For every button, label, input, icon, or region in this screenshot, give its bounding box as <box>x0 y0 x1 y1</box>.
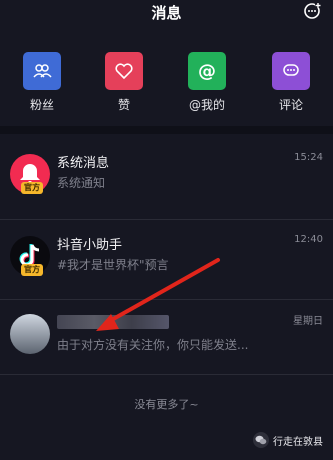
watermark-text: 行走在敦县 <box>273 436 323 448</box>
row-separator <box>0 374 333 375</box>
no-more-text: 没有更多了~ <box>134 398 199 411</box>
watermark: 行走在敦县 <box>253 432 323 448</box>
wechat-logo-icon <box>253 432 269 448</box>
annotation-arrow <box>96 258 220 331</box>
